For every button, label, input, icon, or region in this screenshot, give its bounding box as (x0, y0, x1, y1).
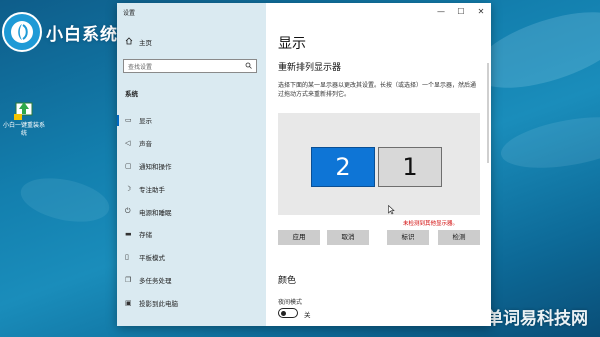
toggle-knob (281, 310, 286, 316)
monitor-2[interactable]: 2 (311, 147, 375, 187)
section-label-system: 系统 (125, 90, 138, 98)
sidebar-item-label: 显示 (139, 117, 152, 126)
detect-button[interactable]: 检测 (438, 230, 480, 245)
moon-icon: ☽ (125, 184, 132, 193)
home-label: 主页 (139, 39, 152, 47)
wallpaper-wave (16, 171, 114, 229)
settings-window: 设置 主页 查找设置 系统 ▭ 显示 ◁ 声音 ▢ 通知和操作 ☽ 专注助手 ⏻… (117, 3, 491, 326)
sidebar-item-label: 平板模式 (139, 254, 165, 263)
close-button[interactable]: ✕ (471, 3, 491, 21)
scrollbar[interactable] (487, 63, 489, 163)
watermark: 单词易科技网 (486, 309, 588, 329)
sidebar-item-label: 通知和操作 (139, 162, 172, 171)
xiaobai-logo-icon (2, 12, 42, 52)
project-icon: ▣ (125, 298, 132, 307)
identify-button[interactable]: 标识 (387, 230, 429, 245)
window-title: 设置 (123, 10, 136, 17)
installer-icon (13, 100, 35, 120)
sidebar-item-sound[interactable]: ◁ 声音 (117, 132, 266, 155)
monitor-arrangement: 2 1 (278, 113, 480, 215)
sidebar-item-label: 存储 (139, 231, 152, 240)
page-title: 显示 (278, 36, 306, 52)
sidebar-item-display[interactable]: ▭ 显示 (117, 109, 266, 132)
sidebar-item-focus-assist[interactable]: ☽ 专注助手 (117, 177, 266, 200)
power-icon: ⏻ (125, 207, 131, 216)
night-light-toggle[interactable] (278, 308, 298, 318)
night-light-label: 夜间模式 (278, 299, 303, 306)
apply-button[interactable]: 应用 (278, 230, 320, 245)
settings-sidebar: 设置 主页 查找设置 系统 ▭ 显示 ◁ 声音 ▢ 通知和操作 ☽ 专注助手 ⏻… (117, 3, 266, 326)
desktop-shortcut-label: 小白一键重装系统 (2, 122, 45, 137)
tablet-icon: ▯ (125, 253, 129, 262)
color-section-title: 颜色 (278, 276, 297, 286)
sidebar-item-label: 声音 (139, 140, 152, 149)
sidebar-item-storage[interactable]: ▬ 存储 (117, 223, 266, 246)
section-description: 选择下面的某一显示器以更改其设置。长按（或选择）一个显示器，然后通过拖动方式来重… (278, 82, 477, 98)
sidebar-item-power[interactable]: ⏻ 电源和睡眠 (117, 200, 266, 223)
monitor-icon: ▭ (125, 116, 132, 125)
sidebar-item-label: 投影到此电脑 (139, 299, 178, 308)
wallpaper-wave (497, 108, 600, 177)
window-controls: — ☐ ✕ (431, 3, 491, 21)
logo-text: 小白系统 (46, 24, 118, 45)
search-icon (245, 62, 252, 70)
home-icon (125, 37, 139, 47)
search-placeholder: 查找设置 (128, 64, 153, 71)
monitor-1[interactable]: 1 (378, 147, 442, 187)
sidebar-item-label: 专注助手 (139, 185, 165, 194)
multitask-icon: ❐ (125, 275, 132, 284)
search-input[interactable]: 查找设置 (123, 59, 257, 73)
desktop-logo: 小白系统 (2, 12, 118, 52)
sidebar-item-label: 电源和睡眠 (139, 208, 172, 217)
sidebar-item-project[interactable]: ▣ 投影到此电脑 (117, 291, 266, 314)
sidebar-item-multitasking[interactable]: ❐ 多任务处理 (117, 269, 266, 292)
maximize-button[interactable]: ☐ (451, 3, 471, 21)
sidebar-item-label: 多任务处理 (139, 276, 172, 285)
cancel-button[interactable]: 取消 (327, 230, 369, 245)
notification-icon: ▢ (125, 161, 132, 170)
sidebar-item-notifications[interactable]: ▢ 通知和操作 (117, 155, 266, 178)
settings-content: — ☐ ✕ 显示 重新排列显示器 选择下面的某一显示器以更改其设置。长按（或选择… (266, 3, 491, 326)
desktop-shortcut[interactable]: 小白一键重装系统 (2, 100, 46, 138)
section-title: 重新排列显示器 (278, 63, 342, 73)
no-display-detected-note: 未检测到其他显示器。 (403, 221, 459, 227)
minimize-button[interactable]: — (431, 3, 451, 21)
home-link[interactable]: 主页 (125, 37, 152, 47)
storage-icon: ▬ (125, 230, 132, 239)
sidebar-item-tablet-mode[interactable]: ▯ 平板模式 (117, 246, 266, 269)
night-light-state: 关 (304, 311, 311, 319)
sidebar-nav: ▭ 显示 ◁ 声音 ▢ 通知和操作 ☽ 专注助手 ⏻ 电源和睡眠 ▬ 存储 ▯ … (117, 109, 266, 314)
mouse-cursor-icon (388, 204, 395, 218)
speaker-icon: ◁ (125, 139, 131, 148)
